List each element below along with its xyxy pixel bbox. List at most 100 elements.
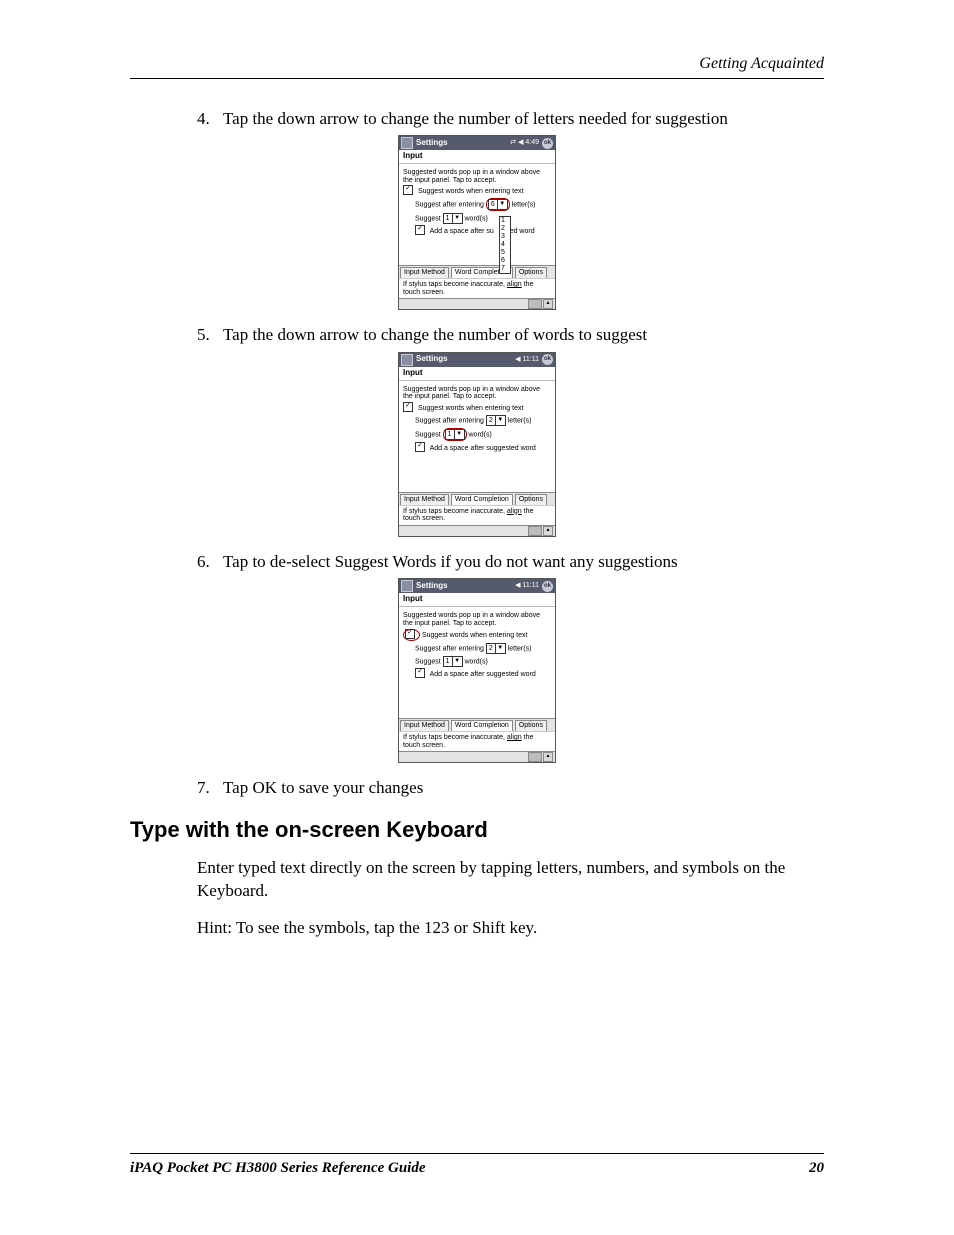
letters-option[interactable]: 3 — [500, 233, 510, 241]
letters-option[interactable]: 6 — [500, 257, 510, 265]
ppc-subtitle: Input — [399, 593, 555, 607]
suggest-after-unit: letter(s) — [512, 202, 536, 209]
ok-button[interactable]: ok — [542, 138, 553, 149]
add-space-checkbox[interactable] — [415, 442, 425, 452]
suggest-after-unit: letter(s) — [508, 417, 532, 424]
ok-button[interactable]: ok — [542, 354, 553, 365]
keyboard-icon[interactable] — [528, 752, 542, 762]
letters-dropdown[interactable]: 6▼ — [488, 199, 508, 210]
keyboard-icon[interactable] — [528, 526, 542, 536]
suggest-after-label: Suggest after entering — [415, 417, 484, 424]
suggest-words-label: Suggest words when entering text — [418, 188, 523, 195]
ppc-title: Settings — [416, 582, 448, 591]
chevron-down-icon[interactable]: ▼ — [495, 644, 505, 653]
suggest-words-checkbox[interactable] — [403, 185, 413, 195]
align-hint: If stylus taps become inaccurate, align … — [399, 278, 555, 298]
step-6-num: 6. — [197, 551, 219, 572]
letters-dropdown-highlight: 6▼ — [486, 198, 510, 211]
chevron-down-icon[interactable]: ▼ — [495, 416, 505, 425]
status-clock: ⇄ ◀︎ 4:49 — [510, 139, 539, 147]
suggest-words-checkbox[interactable] — [403, 402, 413, 412]
suggest-after-unit: letter(s) — [508, 646, 532, 653]
tab-input-method[interactable]: Input Method — [400, 494, 449, 505]
align-link[interactable]: align — [507, 734, 522, 741]
sip-bar: ▴ — [399, 751, 555, 762]
sip-bar: ▴ — [399, 525, 555, 536]
tab-word-completion[interactable]: Word Completion — [451, 720, 513, 731]
ppc-subtitle: Input — [399, 150, 555, 164]
words-dropdown[interactable]: 1▼ — [443, 656, 463, 667]
suggest-count-unit: word(s) — [465, 216, 488, 223]
step-7-num: 7. — [197, 777, 219, 798]
ppc-desc: Suggested words pop up in a window above… — [403, 386, 551, 401]
ppc-desc: Suggested words pop up in a window above… — [403, 169, 551, 184]
suggest-after-label: Suggest after entering — [415, 646, 484, 653]
chevron-down-icon[interactable]: ▼ — [452, 657, 462, 666]
letters-dropdown-list[interactable]: 1 2 3 4 5 6 7 — [499, 216, 511, 274]
add-space-checkbox[interactable] — [415, 668, 425, 678]
add-space-label-trunc-post: ed word — [510, 228, 535, 235]
sip-up-arrow-icon[interactable]: ▴ — [543, 299, 553, 309]
sip-up-arrow-icon[interactable]: ▴ — [543, 752, 553, 762]
suggest-count-unit: word(s) — [469, 431, 492, 438]
ppc-tabs: Input Method Word Completion Options — [399, 718, 555, 731]
ok-button[interactable]: ok — [542, 581, 553, 592]
letters-option[interactable]: 1 — [500, 217, 510, 225]
tab-options[interactable]: Options — [515, 267, 547, 278]
letters-dropdown[interactable]: 2▼ — [486, 415, 506, 426]
tab-input-method[interactable]: Input Method — [400, 267, 449, 278]
step-5-text: Tap the down arrow to change the number … — [223, 325, 647, 344]
start-icon[interactable] — [401, 354, 413, 366]
words-dropdown[interactable]: 1▼ — [443, 213, 463, 224]
tab-options[interactable]: Options — [515, 494, 547, 505]
ppc-subtitle: Input — [399, 367, 555, 381]
speaker-icon: ◀︎ — [515, 582, 520, 590]
footer-page-number: 20 — [809, 1160, 824, 1177]
letters-option[interactable]: 7 — [500, 265, 510, 273]
start-icon[interactable] — [401, 580, 413, 592]
letters-option[interactable]: 4 — [500, 241, 510, 249]
add-space-checkbox[interactable] — [415, 225, 425, 235]
align-hint: If stylus taps become inaccurate, align … — [399, 731, 555, 751]
words-dropdown-highlight: 1▼ — [443, 428, 467, 441]
ppc-tabs: Input Method Word Completion Options — [399, 265, 555, 278]
tab-options[interactable]: Options — [515, 720, 547, 731]
step-6-text: Tap to de-select Suggest Words if you do… — [223, 552, 678, 571]
ppc-desc: Suggested words pop up in a window above… — [403, 612, 551, 627]
add-space-label-trunc-pre: Add a space after su — [430, 228, 494, 235]
align-hint: If stylus taps become inaccurate, align … — [399, 505, 555, 525]
sip-up-arrow-icon[interactable]: ▴ — [543, 526, 553, 536]
words-dropdown[interactable]: 1▼ — [445, 429, 465, 440]
chevron-down-icon[interactable]: ▼ — [452, 214, 462, 223]
letters-dropdown[interactable]: 2▼ — [486, 643, 506, 654]
tab-word-completion[interactable]: Word Completion — [451, 494, 513, 505]
connectivity-icon: ⇄ — [510, 139, 516, 147]
ppc-title: Settings — [416, 355, 448, 364]
status-clock: ◀︎ 11:11 — [515, 582, 539, 590]
speaker-icon: ◀︎ — [515, 356, 520, 364]
letters-option[interactable]: 2 — [500, 225, 510, 233]
ppc-title: Settings — [416, 139, 448, 148]
suggest-count-label: Suggest — [415, 216, 441, 223]
align-link[interactable]: align — [507, 508, 522, 515]
ppc-titlebar: Settings ⇄ ◀︎ 4:49 ok — [399, 136, 555, 150]
add-space-label: Add a space after suggested word — [430, 671, 536, 678]
suggest-words-checkbox[interactable] — [405, 629, 415, 639]
speaker-icon: ◀︎ — [518, 139, 523, 147]
suggest-words-label: Suggest words when entering text — [422, 632, 527, 639]
letters-option[interactable]: 5 — [500, 249, 510, 257]
footer-guide-title: iPAQ Pocket PC H3800 Series Reference Gu… — [130, 1160, 426, 1177]
body-paragraph-2: Hint: To see the symbols, tap the 123 or… — [197, 917, 824, 940]
chevron-down-icon[interactable]: ▼ — [497, 200, 507, 209]
ppc-titlebar: Settings ◀︎ 11:11 ok — [399, 353, 555, 367]
add-space-label: Add a space after suggested word — [430, 445, 536, 452]
keyboard-icon[interactable] — [528, 299, 542, 309]
step-7-text: Tap OK to save your changes — [223, 778, 423, 797]
chevron-down-icon[interactable]: ▼ — [454, 430, 464, 439]
step-4: 4. Tap the down arrow to change the numb… — [197, 108, 824, 129]
start-icon[interactable] — [401, 137, 413, 149]
footer-rule — [130, 1153, 824, 1154]
tab-input-method[interactable]: Input Method — [400, 720, 449, 731]
align-link[interactable]: align — [507, 281, 522, 288]
suggest-after-label: Suggest after entering — [415, 202, 484, 209]
